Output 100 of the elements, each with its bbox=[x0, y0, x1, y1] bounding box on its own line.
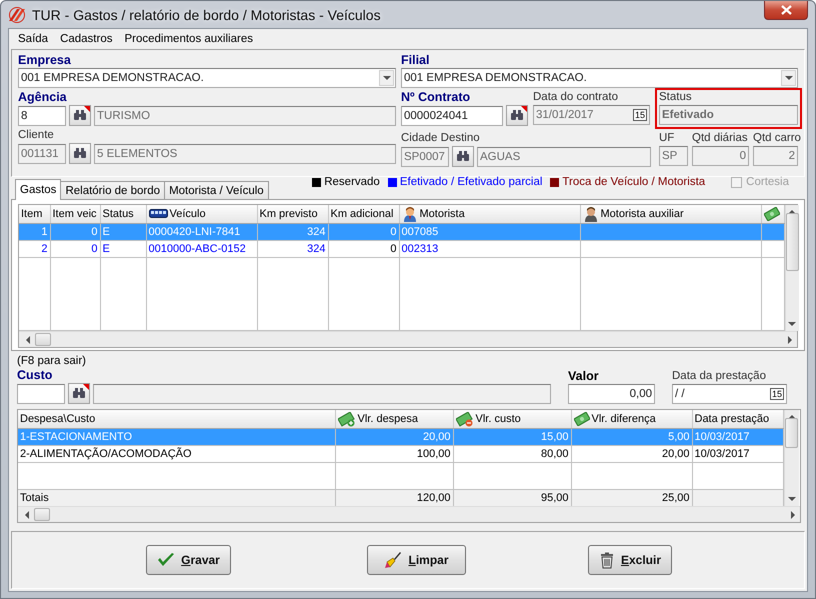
dropdown-field[interactable]: 001 EMPRESA DEMONSTRACAO. bbox=[18, 68, 396, 88]
action-button[interactable]: Limpar bbox=[367, 545, 466, 575]
field-label: Data da prestação bbox=[672, 369, 767, 384]
lookup-button[interactable] bbox=[69, 143, 91, 164]
trash-icon bbox=[598, 552, 615, 568]
check-icon bbox=[157, 552, 176, 568]
field-label: Empresa bbox=[18, 53, 72, 68]
field-label: Agência bbox=[18, 90, 68, 105]
field-label: Data do contrato bbox=[533, 90, 620, 105]
number-field: 0 bbox=[692, 146, 749, 166]
total-cell: 25,00 bbox=[571, 490, 692, 506]
money-plus-icon bbox=[338, 412, 356, 426]
lookup-button[interactable] bbox=[452, 146, 474, 167]
lookup-button[interactable] bbox=[69, 105, 91, 126]
field-label: UF bbox=[659, 131, 676, 146]
name-field: AGUAS bbox=[477, 146, 651, 166]
hint-text: (F8 para sair) bbox=[17, 355, 88, 368]
table-cell[interactable]: 324 bbox=[257, 240, 328, 258]
app-logo-icon bbox=[8, 6, 26, 22]
scroll-thumb[interactable] bbox=[786, 213, 798, 271]
binoculars-icon bbox=[72, 388, 86, 399]
scroll-left-icon bbox=[24, 510, 30, 518]
menu-item[interactable]: Procedimentos auxiliares bbox=[118, 33, 259, 45]
table-cell[interactable]: 2 bbox=[19, 240, 50, 258]
binoculars-icon bbox=[73, 110, 87, 121]
dropdown-arrow-icon bbox=[784, 75, 792, 81]
dropdown-field[interactable]: 001 EMPRESA DEMONSTRACAO. bbox=[401, 68, 798, 88]
table-cell[interactable]: 0 bbox=[50, 240, 100, 258]
scroll-thumb[interactable] bbox=[34, 508, 50, 521]
money-icon bbox=[574, 412, 590, 426]
brush-icon bbox=[384, 551, 402, 569]
table-cell[interactable]: 0010000-ABC-0152 bbox=[146, 240, 257, 258]
tab[interactable]: Gastos bbox=[15, 179, 62, 200]
table-cell[interactable]: 20,00 bbox=[571, 446, 692, 462]
action-button[interactable]: Excluir bbox=[588, 545, 672, 575]
close-button[interactable] bbox=[764, 1, 808, 20]
status-field: Efetivado bbox=[659, 105, 798, 125]
menu-item[interactable]: Cadastros bbox=[54, 33, 118, 45]
column-header[interactable]: Motorista bbox=[420, 208, 465, 220]
field-label: Cidade Destino bbox=[401, 131, 481, 146]
table-cell[interactable]: 10/03/2017 bbox=[692, 446, 783, 462]
bus-icon bbox=[148, 209, 168, 219]
scrollbar[interactable] bbox=[18, 506, 800, 522]
table-cell[interactable]: 100,00 bbox=[335, 446, 453, 462]
text-field[interactable]: 8 bbox=[18, 106, 66, 126]
scrollbar[interactable] bbox=[784, 410, 798, 506]
field-label: Status bbox=[659, 90, 693, 105]
scroll-right-icon bbox=[790, 510, 796, 518]
name-field: 5 ELEMENTOS bbox=[94, 144, 396, 164]
text-field[interactable] bbox=[17, 384, 65, 404]
field-label: Qtd carro bbox=[753, 131, 801, 146]
text-field[interactable]: 0000024041 bbox=[401, 106, 503, 126]
field-label: Custo bbox=[17, 368, 54, 383]
table-cell[interactable]: 80,00 bbox=[453, 446, 571, 462]
menu-item[interactable]: Saída bbox=[12, 33, 54, 45]
money-icon bbox=[764, 207, 780, 221]
binoculars-icon bbox=[456, 151, 470, 162]
scroll-thumb[interactable] bbox=[785, 418, 798, 448]
binoculars-icon bbox=[73, 148, 87, 159]
close-icon bbox=[780, 5, 792, 15]
name-field: TURISMO bbox=[94, 106, 396, 126]
column-header[interactable]: Despesa\Custo bbox=[20, 413, 96, 425]
legend-label: Efetivado / Efetivado parcial bbox=[400, 176, 542, 188]
tab[interactable]: Motorista / Veículo bbox=[164, 181, 269, 199]
scroll-right-icon bbox=[787, 336, 793, 344]
table-cell[interactable]: E bbox=[100, 240, 146, 258]
money-minus-icon bbox=[456, 412, 474, 426]
lookup-button[interactable] bbox=[68, 383, 90, 404]
table-cell[interactable]: 0 bbox=[328, 240, 399, 258]
field-label: Valor bbox=[568, 369, 600, 384]
scrollbar[interactable] bbox=[784, 205, 798, 331]
binoculars-icon bbox=[510, 110, 524, 121]
window-title: TUR - Gastos / relatório de bordo / Motoristas - Veículos bbox=[32, 6, 382, 22]
driver-icon bbox=[582, 206, 598, 222]
date-field[interactable]: 31/01/2017 15 bbox=[533, 105, 650, 125]
scroll-thumb[interactable] bbox=[35, 333, 51, 346]
total-cell: 95,00 bbox=[453, 490, 571, 506]
scroll-down-icon bbox=[788, 496, 796, 502]
scroll-down-icon bbox=[788, 321, 796, 327]
table-cell[interactable]: 002313 bbox=[399, 240, 580, 258]
date-field[interactable]: / / 15 bbox=[672, 384, 787, 404]
checkbox-label: Cortesia bbox=[746, 176, 789, 188]
calendar-button[interactable]: 15 bbox=[632, 109, 647, 121]
total-cell: Totais bbox=[18, 490, 335, 506]
scrollbar[interactable] bbox=[19, 331, 797, 347]
calendar-button[interactable]: 15 bbox=[770, 388, 784, 400]
field-label: Cliente bbox=[18, 128, 55, 143]
action-button[interactable]: Gravar bbox=[146, 545, 231, 575]
scroll-left-icon bbox=[25, 336, 31, 344]
legend-label: Reservado bbox=[324, 176, 380, 188]
field-label: Nº Contrato bbox=[401, 90, 472, 105]
table-cell[interactable]: 2-ALIMENTAÇÃO/ACOMODAÇÃO bbox=[18, 446, 335, 462]
field-label: Filial bbox=[401, 53, 430, 68]
number-field: 2 bbox=[753, 146, 798, 166]
field-label: Qtd diárias bbox=[692, 131, 749, 146]
value-field[interactable]: 0,00 bbox=[568, 384, 655, 404]
legend-label: Troca de Veículo / Motorista bbox=[562, 176, 706, 188]
dropdown-arrow-icon bbox=[382, 75, 390, 81]
tab[interactable]: Relatório de bordo bbox=[60, 181, 166, 199]
lookup-button[interactable] bbox=[506, 105, 528, 126]
